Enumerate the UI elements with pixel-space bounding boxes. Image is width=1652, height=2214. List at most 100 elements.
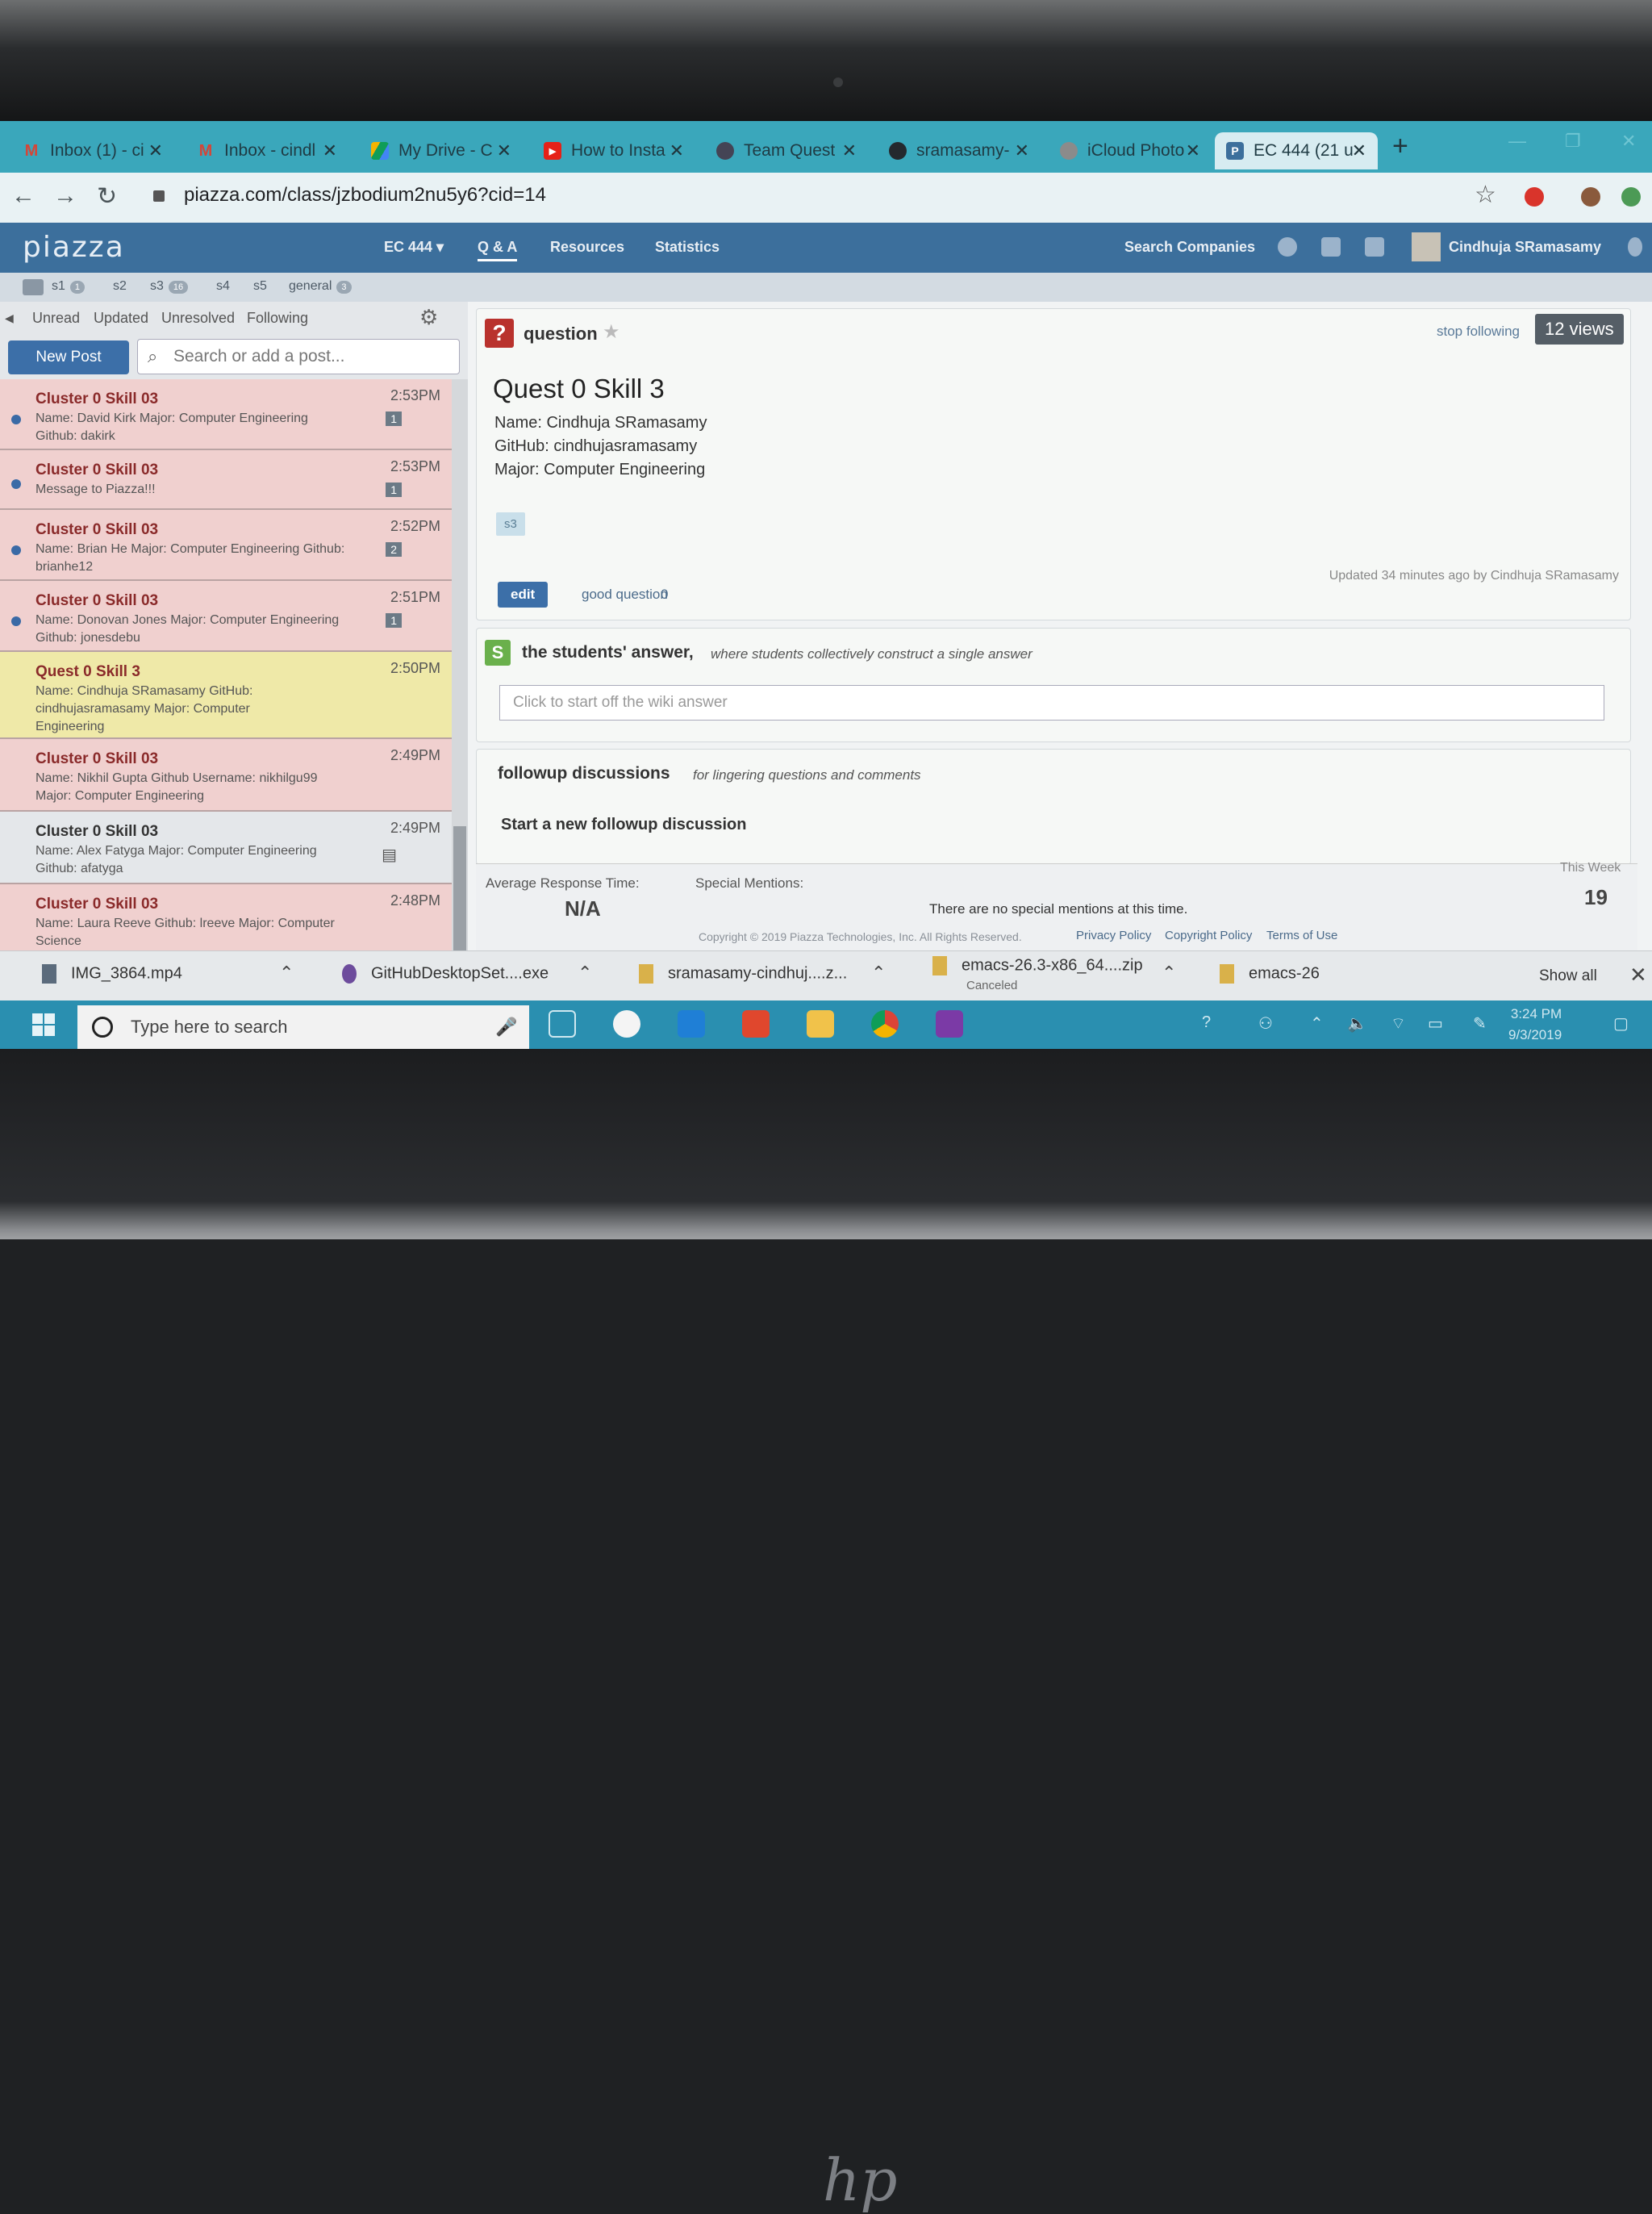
microphone-icon[interactable]: 🎤 — [495, 1005, 517, 1049]
list-item[interactable]: Cluster 0 Skill 03 2:49PM Name: Alex Fat… — [0, 812, 452, 884]
taskbar-search-input[interactable]: Type here to search 🎤 — [77, 1005, 529, 1049]
avatar[interactable] — [1412, 232, 1441, 261]
download-item[interactable]: sramasamy-cindhuj....z... — [639, 964, 847, 984]
back-icon[interactable]: ← — [11, 182, 35, 210]
collapse-feed-icon[interactable]: ◀ — [5, 311, 14, 325]
folder-s3[interactable]: s3 16 — [150, 279, 189, 294]
download-item[interactable]: IMG_3864.mp4 — [42, 964, 182, 984]
wifi-icon[interactable]: ⌔ — [1391, 1013, 1406, 1034]
course-dropdown[interactable]: EC 444 ▾ — [384, 239, 444, 256]
url-field[interactable]: piazza.com/class/jzbodium2nu5y6?cid=14 — [184, 184, 546, 207]
folder-icon[interactable] — [23, 279, 44, 295]
show-all-downloads[interactable]: Show all — [1539, 967, 1597, 985]
close-icon[interactable]: ✕ — [842, 140, 857, 161]
tab-gmail-inbox-2[interactable]: M Inbox - cindl ✕ — [186, 132, 348, 169]
list-item[interactable]: Cluster 0 Skill 03 2:51PM Name: Donovan … — [0, 581, 452, 652]
chevron-up-icon[interactable]: ⌃ — [578, 963, 592, 984]
folder-tag[interactable]: s3 — [496, 512, 525, 536]
onenote-icon[interactable] — [936, 1010, 963, 1038]
wiki-answer-input[interactable]: Click to start off the wiki answer — [499, 685, 1604, 721]
chevron-up-icon[interactable]: ⌃ — [279, 963, 294, 984]
folder-s5[interactable]: s5 — [253, 279, 267, 294]
download-item[interactable]: emacs-26.3-x86_64....zip — [932, 956, 1143, 975]
chevron-up-icon[interactable]: ⌃ — [871, 963, 886, 984]
update-icon[interactable] — [1621, 187, 1641, 207]
notifications-icon[interactable]: ▢ — [1613, 1013, 1629, 1034]
window-close-icon[interactable]: ✕ — [1621, 131, 1636, 152]
bookmark-star-icon[interactable]: ☆ — [1475, 181, 1496, 209]
privacy-policy-link[interactable]: Privacy Policy — [1076, 929, 1151, 942]
start-followup-link[interactable]: Start a new followup discussion — [501, 816, 746, 834]
favorite-star-icon[interactable]: ★ — [603, 320, 620, 344]
pen-icon[interactable]: ✎ — [1473, 1013, 1487, 1034]
people-icon[interactable]: ⚇ — [1258, 1013, 1273, 1034]
copyright-policy-link[interactable]: Copyright Policy — [1165, 929, 1252, 942]
tab-icloud-photos[interactable]: iCloud Photo ✕ — [1049, 132, 1212, 169]
profile-avatar-icon[interactable] — [1581, 187, 1600, 207]
battery-icon[interactable]: ▭ — [1428, 1013, 1443, 1034]
chrome-icon[interactable] — [871, 1010, 899, 1038]
search-input[interactable]: ⌕ Search or add a post... — [137, 339, 460, 374]
list-item[interactable]: Cluster 0 Skill 03 2:53PM Message to Pia… — [0, 450, 452, 510]
list-item[interactable]: Cluster 0 Skill 03 2:48PM Name: Laura Re… — [0, 884, 452, 954]
minimize-icon[interactable]: — — [1508, 131, 1526, 152]
close-icon[interactable]: ✕ — [497, 140, 511, 161]
windows-start-icon[interactable] — [32, 1013, 55, 1036]
help-icon[interactable]: ? — [1202, 1013, 1211, 1032]
close-icon[interactable]: ✕ — [670, 140, 684, 161]
nav-qa[interactable]: Q & A — [478, 239, 518, 261]
edge-icon[interactable] — [678, 1010, 705, 1038]
folder-s4[interactable]: s4 — [216, 279, 230, 294]
globe-icon[interactable] — [1278, 237, 1297, 257]
close-icon[interactable]: ✕ — [1186, 140, 1200, 161]
list-item-selected[interactable]: Quest 0 Skill 3 2:50PM Name: Cindhuja SR… — [0, 652, 452, 739]
task-view-icon[interactable] — [549, 1010, 576, 1038]
list-item[interactable]: Cluster 0 Skill 03 2:53PM Name: David Ki… — [0, 379, 452, 450]
tab-github[interactable]: sramasamy- ✕ — [878, 132, 1041, 169]
user-name[interactable]: Cindhuja SRamasamy — [1449, 239, 1601, 256]
chevron-up-icon[interactable]: ⌃ — [1162, 963, 1176, 984]
piazza-logo[interactable]: piazza — [23, 231, 125, 264]
list-item[interactable]: Cluster 0 Skill 03 2:49PM Name: Nikhil G… — [0, 739, 452, 812]
restore-icon[interactable]: ❐ — [1565, 131, 1581, 152]
filter-unresolved[interactable]: Unresolved — [161, 310, 235, 327]
reload-icon[interactable]: ↻ — [97, 182, 117, 211]
list-item[interactable]: Cluster 0 Skill 03 2:52PM Name: Brian He… — [0, 510, 452, 581]
close-icon[interactable]: ✕ — [1629, 963, 1647, 988]
close-icon[interactable]: ✕ — [1015, 140, 1029, 161]
file-explorer-icon[interactable] — [807, 1010, 834, 1038]
tab-gmail-inbox-1[interactable]: M Inbox (1) - ci ✕ — [11, 132, 174, 169]
close-icon[interactable]: ✕ — [323, 140, 337, 161]
calendar-icon[interactable] — [1321, 237, 1341, 257]
folder-general[interactable]: general 3 — [289, 279, 352, 294]
filter-unread[interactable]: Unread — [32, 310, 80, 327]
stop-following-link[interactable]: stop following — [1437, 324, 1520, 340]
folder-s2[interactable]: s2 — [113, 279, 127, 294]
forward-icon[interactable]: → — [53, 182, 77, 210]
tab-ec444-piazza[interactable]: P EC 444 (21 u ✕ — [1215, 132, 1378, 169]
nav-resources[interactable]: Resources — [550, 239, 624, 256]
office-icon[interactable] — [742, 1010, 770, 1038]
nav-statistics[interactable]: Statistics — [655, 239, 720, 256]
gear-icon[interactable] — [1628, 237, 1642, 257]
tab-my-drive[interactable]: My Drive - C ✕ — [360, 132, 523, 169]
adblock-extension-icon[interactable] — [1525, 187, 1544, 207]
edit-button[interactable]: edit — [498, 582, 549, 608]
chevron-up-icon[interactable]: ⌃ — [1310, 1013, 1324, 1034]
download-item[interactable]: emacs-26 — [1220, 964, 1320, 984]
nav-search-companies[interactable]: Search Companies — [1124, 239, 1255, 256]
system-clock[interactable]: 3:24 PM 9/3/2019 — [1508, 1004, 1562, 1046]
terms-link[interactable]: Terms of Use — [1266, 929, 1337, 942]
gear-icon[interactable]: ⚙ — [419, 305, 438, 330]
folder-s1[interactable]: s1 1 — [52, 279, 86, 294]
new-tab-button[interactable]: + — [1392, 131, 1408, 162]
filter-following[interactable]: Following — [247, 310, 308, 327]
volume-icon[interactable]: 🔈 — [1347, 1013, 1367, 1034]
new-post-button[interactable]: New Post — [8, 340, 129, 374]
download-item[interactable]: GitHubDesktopSet....exe — [342, 964, 549, 984]
good-question-link[interactable]: good question — [582, 587, 668, 603]
tab-team-quest[interactable]: Team Quest ✕ — [705, 132, 868, 169]
close-icon[interactable]: ✕ — [1352, 140, 1366, 161]
chat-icon[interactable] — [1365, 237, 1384, 257]
filter-updated[interactable]: Updated — [94, 310, 148, 327]
